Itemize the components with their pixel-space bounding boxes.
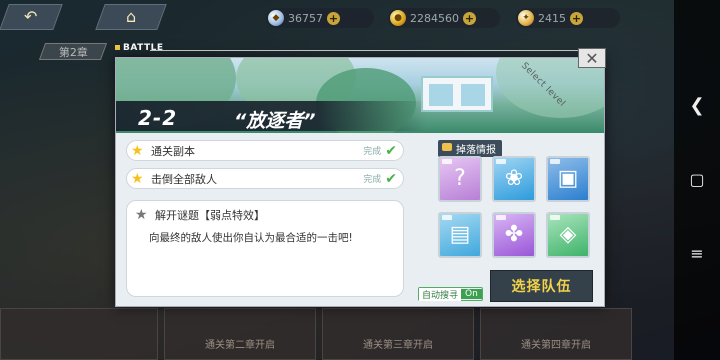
- check-icon: ✔: [385, 142, 397, 159]
- add-resource-button[interactable]: +: [570, 11, 583, 25]
- riddle-title: 解开谜题【弱点特效】: [155, 209, 265, 222]
- menu-icon[interactable]: ≡: [674, 244, 720, 263]
- drop-item-crystal[interactable]: ✤: [492, 212, 536, 258]
- crystal-cluster-icon: ✤: [504, 222, 524, 247]
- machine-part-icon: ▣: [557, 166, 579, 191]
- objective-status: 完成: [363, 175, 382, 185]
- add-resource-button[interactable]: +: [327, 11, 340, 25]
- objective-item: ★ 击倒全部敌人 完成 ✔: [126, 168, 404, 189]
- drop-item-machine[interactable]: ▣: [546, 156, 590, 202]
- green-card-icon: ◈: [559, 222, 577, 247]
- ticket-icon: ✦: [518, 10, 534, 26]
- locked-chapter-card: 通关第二章开启: [164, 308, 316, 360]
- drop-info-title: 掉落情报: [438, 140, 502, 157]
- stage-number: 2-2: [138, 106, 178, 130]
- star-icon: ★: [131, 142, 144, 159]
- back-chevron-icon[interactable]: ❮: [674, 95, 720, 116]
- drop-item-card[interactable]: ◈: [546, 212, 590, 258]
- chapter-tab[interactable]: 第2章: [38, 43, 108, 60]
- resource-ticket: ✦ 2415 +: [516, 8, 620, 28]
- resource-crystal: ◆ 36757 +: [266, 8, 374, 28]
- bottom-character-card: [0, 308, 158, 360]
- unknown-question-icon: ?: [454, 166, 466, 191]
- resource-coin: ● 2284560 +: [388, 8, 500, 28]
- star-icon: ★: [131, 170, 144, 187]
- locked-chapter-card: 通关第三章开启: [322, 308, 474, 360]
- stage-info-modal: Select level 2-2 “放逐者” ★ 通关副本 完成 ✔ ★ 击倒全…: [115, 57, 605, 307]
- paw-icon: ❀: [504, 166, 524, 191]
- system-nav-bar: ❮ ▢ ≡: [674, 0, 720, 360]
- drop-item-paw[interactable]: ❀: [492, 156, 536, 202]
- header-line: [150, 50, 580, 51]
- drop-item-unknown[interactable]: ?: [438, 156, 482, 202]
- resource-value: 2284560: [410, 11, 459, 25]
- coin-icon: ●: [390, 10, 406, 26]
- add-resource-button[interactable]: +: [463, 11, 476, 25]
- objective-item: ★ 通关副本 完成 ✔: [126, 140, 404, 161]
- home-button[interactable]: ⌂: [95, 4, 167, 30]
- game-screen: ↶ ⌂ ◆ 36757 + ● 2284560 + ✦ 2415 + 第2章 通…: [0, 0, 720, 360]
- banner-house: [421, 76, 493, 112]
- select-team-button[interactable]: 选择队伍: [490, 270, 593, 302]
- star-outline-icon: ★: [135, 207, 148, 223]
- home-icon: ⌂: [125, 7, 137, 26]
- resource-value: 36757: [288, 11, 323, 25]
- back-button[interactable]: ↶: [0, 4, 63, 30]
- riddle-objective: ★ 解开谜题【弱点特效】 向最终的敌人使出你自认为最合适的一击吧!: [126, 200, 404, 297]
- home-square-icon[interactable]: ▢: [674, 170, 720, 189]
- close-button[interactable]: ✕: [578, 48, 606, 68]
- objective-status: 完成: [363, 147, 382, 157]
- crystal-icon: ◆: [268, 10, 284, 26]
- check-icon: ✔: [385, 170, 397, 187]
- close-icon: ✕: [585, 48, 599, 68]
- auto-search-toggle[interactable]: 自动搜寻 On: [418, 287, 483, 301]
- riddle-description: 向最终的敌人使出你自认为最合适的一击吧!: [149, 232, 353, 244]
- battle-label: BATTLE: [123, 43, 164, 53]
- drop-item-chip-box[interactable]: ▤: [438, 212, 482, 258]
- resource-value: 2415: [538, 11, 566, 25]
- locked-chapter-card: 通关第四章开启: [480, 308, 632, 360]
- toggle-state: On: [461, 289, 482, 299]
- chip-box-icon: ▤: [449, 222, 471, 247]
- back-arrow-icon: ↶: [24, 7, 38, 26]
- stage-name: “放逐者”: [234, 110, 316, 132]
- stage-banner: Select level 2-2 “放逐者”: [116, 58, 604, 133]
